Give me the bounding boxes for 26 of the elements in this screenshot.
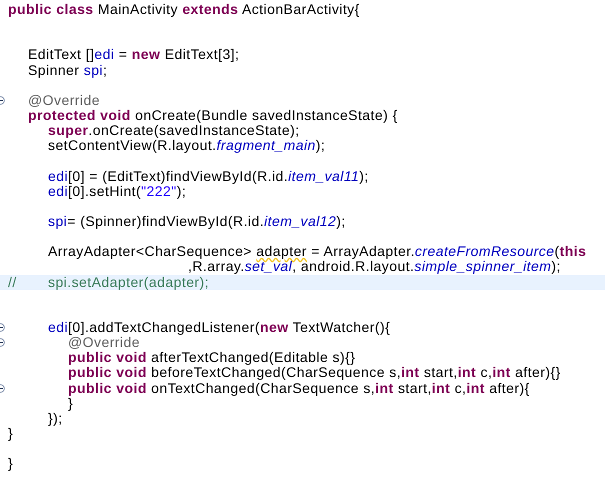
code-line: } [8,426,14,441]
code-line: ,R.array.set_val, android.R.layout.simple_spinner_item); [188,259,561,274]
collapse-icon[interactable] [0,338,5,348]
code-line: @Override [67,335,140,350]
code-line: ArrayAdapter<CharSequence> adapter = ArrayAdapter.createFromResource(this [47,244,586,260]
code-line: protected void onCreate(Bundle savedInstanceState) { [27,108,398,124]
code-line: // spi.setAdapter(adapter); [8,274,209,290]
code-line: edi[0].addTextChangedListener(new TextWatcher(){ [47,320,390,336]
collapse-icon[interactable] [0,323,5,332]
code-line: super.onCreate(savedInstanceState); [48,123,300,138]
code-line: public class MainActivity extends ActionBarActivity{ [8,2,360,18]
code-line: EditText []edi = new EditText[3]; [27,47,240,62]
code-line: } [67,396,74,411]
collapse-icon[interactable] [0,384,5,393]
code-line: edi[0] = (EditText)findViewById(R.id.item_val11); [47,168,369,184]
code-line: }); [47,410,63,426]
code-line: spi= (Spinner)findViewById(R.id.item_val12); [47,214,346,230]
code-line: @Override [27,92,100,108]
code-line: public void onTextChanged(CharSequence s,int start,int c,int after){ [67,380,530,396]
code-line: setContentView(R.layout.fragment_main); [47,138,326,154]
code-line: edi[0].setHint("222"); [47,184,186,199]
code-line: public void beforeTextChanged(CharSequence s,int start,int c,int after){} [67,365,561,380]
code-line: Spinner spi; [27,62,108,78]
code-line: } [8,456,14,472]
code-line: public void afterTextChanged(Editable s){} [67,350,356,366]
collapse-icon[interactable] [0,96,5,105]
